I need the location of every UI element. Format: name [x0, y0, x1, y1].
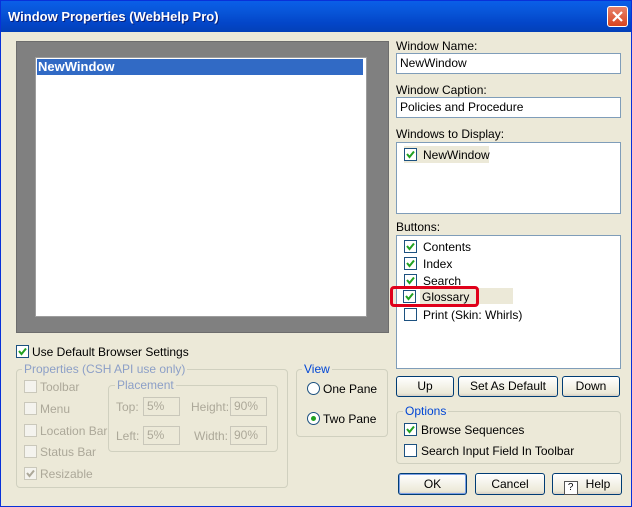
search-input-checkbox[interactable] [404, 444, 417, 457]
window-preview: NewWindow [16, 41, 389, 333]
browse-sequences-checkbox[interactable] [404, 423, 417, 436]
windows-to-display-list[interactable]: NewWindow [396, 142, 621, 214]
menu-label: Menu [40, 402, 71, 416]
window-list[interactable]: NewWindow [35, 57, 367, 317]
view-group [296, 369, 388, 437]
top-label: Top: [116, 400, 139, 414]
check-icon [406, 242, 415, 251]
window-name-label: Window Name: [396, 39, 478, 53]
list-item[interactable]: NewWindow [404, 146, 490, 163]
status-bar-checkbox[interactable] [24, 445, 37, 458]
checkbox[interactable] [404, 257, 417, 270]
window-list-item-selected[interactable]: NewWindow [37, 59, 363, 75]
list-item-label: NewWindow [423, 148, 490, 162]
window-title: Window Properties (WebHelp Pro) [8, 9, 219, 24]
search-input-label: Search Input Field In Toolbar [421, 444, 575, 458]
list-item-label: Index [423, 257, 453, 271]
list-item[interactable]: Print (Skin: Whirls) [404, 306, 604, 323]
window-name-input[interactable]: NewWindow [396, 53, 621, 74]
cancel-button[interactable]: Cancel [475, 473, 545, 495]
height-input[interactable]: 90% [230, 397, 267, 416]
height-label: Height: [191, 400, 230, 414]
down-button[interactable]: Down [562, 376, 620, 397]
title-bar[interactable]: Window Properties (WebHelp Pro) [1, 1, 631, 32]
check-icon [406, 259, 415, 268]
check-icon [406, 276, 415, 285]
use-default-browser-label: Use Default Browser Settings [32, 345, 189, 359]
help-button-label: Help [585, 477, 611, 491]
list-item[interactable]: Index [404, 255, 604, 272]
location-bar-checkbox[interactable] [24, 424, 37, 437]
use-default-browser-checkbox[interactable] [16, 345, 29, 358]
toolbar-label: Toolbar [40, 380, 80, 394]
windows-to-display-label: Windows to Display: [396, 127, 505, 141]
width-label: Width: [194, 429, 229, 443]
checkbox[interactable] [404, 240, 417, 253]
help-button[interactable]: ? Help [552, 473, 622, 495]
help-icon: ? [563, 481, 578, 495]
check-icon [26, 469, 35, 478]
highlight-annotation [390, 286, 479, 307]
location-bar-label: Location Bar [40, 424, 108, 438]
window-caption-label: Window Caption: [396, 83, 487, 97]
checkbox[interactable] [404, 148, 417, 161]
status-bar-label: Status Bar [40, 445, 97, 459]
one-pane-radio[interactable] [307, 382, 320, 395]
check-icon [18, 347, 27, 356]
check-icon [406, 150, 415, 159]
properties-group-label: Properties (CSH API use only) [22, 362, 188, 376]
list-item-label: Contents [423, 240, 472, 254]
up-button[interactable]: Up [396, 376, 454, 397]
browse-sequences-label: Browse Sequences [421, 423, 525, 437]
list-item-label: Print (Skin: Whirls) [423, 308, 523, 322]
close-button[interactable] [607, 6, 628, 27]
two-pane-label: Two Pane [323, 412, 377, 426]
buttons-label: Buttons: [396, 220, 441, 234]
ok-button[interactable]: OK [398, 473, 467, 495]
close-icon [612, 11, 623, 22]
menu-checkbox[interactable] [24, 402, 37, 415]
placement-group-label: Placement [115, 378, 176, 392]
resizable-label: Resizable [40, 467, 93, 481]
left-input[interactable]: 5% [143, 426, 180, 445]
left-label: Left: [116, 429, 140, 443]
width-input[interactable]: 90% [230, 426, 267, 445]
check-icon [406, 425, 415, 434]
top-input[interactable]: 5% [143, 397, 180, 416]
checkbox[interactable] [404, 308, 417, 321]
set-as-default-button[interactable]: Set As Default [458, 376, 558, 397]
list-item[interactable]: Contents [404, 238, 604, 255]
toolbar-checkbox[interactable] [24, 380, 37, 393]
resizable-checkbox[interactable] [24, 467, 37, 480]
window-caption-input[interactable]: Policies and Procedure [396, 97, 621, 118]
dialog-window: Window Properties (WebHelp Pro) NewWindo… [0, 0, 632, 507]
one-pane-label: One Pane [323, 382, 378, 396]
options-group-label: Options [403, 404, 449, 418]
radio-dot [311, 416, 316, 421]
view-group-label: View [302, 362, 332, 376]
two-pane-radio[interactable] [307, 412, 320, 425]
